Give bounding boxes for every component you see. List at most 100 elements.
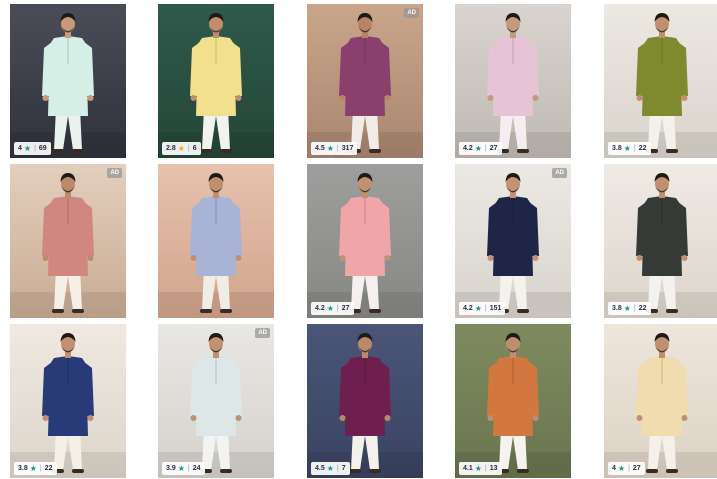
product-image[interactable] (10, 4, 126, 158)
product-card[interactable]: AD 4.2 ★ | 151 (455, 164, 571, 318)
hand-right (532, 95, 539, 101)
product-image[interactable] (10, 324, 126, 478)
product-card[interactable]: 4.5 ★ | 7 (307, 324, 423, 478)
shoe-right (666, 469, 678, 473)
product-image[interactable] (455, 324, 571, 478)
star-icon: ★ (326, 144, 334, 153)
hand-left (487, 95, 494, 101)
rating-value: 3.8 (612, 305, 622, 312)
hand-left (487, 415, 494, 421)
product-card[interactable]: 3.8 ★ | 22 (604, 164, 717, 318)
star-icon: ★ (623, 144, 631, 153)
product-card[interactable]: 3.8 ★ | 22 (10, 324, 126, 478)
rating-badge: 4.2 ★ | 27 (459, 142, 502, 155)
rating-value: 4.5 (315, 145, 325, 152)
rating-count: 24 (192, 465, 201, 472)
rating-count: 22 (44, 465, 53, 472)
star-icon: ★ (474, 144, 482, 153)
product-image[interactable] (307, 4, 423, 158)
product-card[interactable] (158, 164, 274, 318)
shoe-right (369, 149, 381, 153)
hand-right (681, 255, 688, 261)
rating-badge: 4 ★ | 69 (14, 142, 51, 155)
rating-value: 4.2 (315, 305, 325, 312)
product-card[interactable]: AD 4.5 ★ | 317 (307, 4, 423, 158)
product-card[interactable]: 3.8 ★ | 22 (604, 4, 717, 158)
product-image[interactable] (307, 164, 423, 318)
hand-left (636, 255, 643, 261)
rating-value: 4.2 (463, 145, 473, 152)
hand-left (339, 415, 346, 421)
ad-badge: AD (552, 168, 567, 178)
shoe-right (666, 309, 678, 313)
product-image[interactable] (455, 4, 571, 158)
rating-badge: 4 ★ | 27 (608, 462, 645, 475)
rating-count: 22 (638, 145, 647, 152)
shoe-right (220, 149, 232, 153)
product-image[interactable] (158, 164, 274, 318)
shoe-left (349, 469, 361, 473)
shoe-right (369, 469, 381, 473)
star-icon: ★ (177, 464, 185, 473)
product-image[interactable] (604, 164, 717, 318)
shoe-right (220, 469, 232, 473)
hand-right (532, 415, 539, 421)
hand-left (339, 255, 346, 261)
product-card[interactable]: 4.2 ★ | 27 (307, 164, 423, 318)
rating-count: 27 (632, 465, 641, 472)
rating-value: 4.2 (463, 305, 473, 312)
rating-separator: | (484, 145, 487, 152)
shoe-right (517, 149, 529, 153)
product-grid: 4 ★ | 69 2.8 ★ | 6 AD 4.5 ★ | 317 4.2 ★ | 27 3.8 ★ | 22 AD 4.2… (0, 0, 717, 479)
star-icon: ★ (326, 464, 334, 473)
star-icon: ★ (29, 464, 37, 473)
rating-badge: 3.9 ★ | 24 (162, 462, 205, 475)
hand-right (235, 415, 242, 421)
product-card[interactable]: 4.2 ★ | 27 (455, 4, 571, 158)
hand-right (681, 95, 688, 101)
product-card[interactable]: 2.8 ★ | 6 (158, 4, 274, 158)
shoe-left (200, 309, 212, 313)
hand-right (87, 95, 94, 101)
hand-right (87, 415, 94, 421)
hand-right (681, 415, 688, 421)
shoe-left (646, 469, 658, 473)
shoe-left (200, 149, 212, 153)
product-card[interactable]: AD (10, 164, 126, 318)
photo-floor (10, 292, 126, 318)
product-image[interactable] (307, 324, 423, 478)
ad-badge: AD (404, 8, 419, 18)
product-card[interactable]: 4 ★ | 69 (10, 4, 126, 158)
hand-left (42, 415, 49, 421)
product-image[interactable] (604, 324, 717, 478)
hand-right (384, 415, 391, 421)
shoe-right (517, 469, 529, 473)
rating-badge: 4.5 ★ | 317 (311, 142, 358, 155)
product-image[interactable] (158, 4, 274, 158)
rating-value: 4 (18, 145, 22, 152)
product-image[interactable] (455, 164, 571, 318)
rating-separator: | (336, 465, 339, 472)
star-icon: ★ (177, 144, 185, 153)
rating-count: 27 (341, 305, 350, 312)
rating-separator: | (34, 145, 36, 152)
rating-count: 22 (638, 305, 647, 312)
rating-value: 3.8 (612, 145, 622, 152)
rating-count: 317 (341, 145, 354, 152)
hand-left (636, 415, 643, 421)
rating-count: 6 (192, 145, 197, 152)
rating-separator: | (484, 465, 487, 472)
hand-left (487, 255, 494, 261)
product-card[interactable]: 4 ★ | 27 (604, 324, 717, 478)
product-image[interactable] (604, 4, 717, 158)
product-card[interactable]: 4.1 ★ | 13 (455, 324, 571, 478)
product-image[interactable] (158, 324, 274, 478)
star-icon: ★ (474, 464, 482, 473)
product-card[interactable]: AD 3.9 ★ | 24 (158, 324, 274, 478)
hand-right (235, 255, 242, 261)
shoe-right (220, 309, 232, 313)
shoe-right (72, 149, 84, 153)
rating-badge: 3.8 ★ | 22 (608, 142, 651, 155)
shoe-right (72, 309, 84, 313)
product-image[interactable] (10, 164, 126, 318)
